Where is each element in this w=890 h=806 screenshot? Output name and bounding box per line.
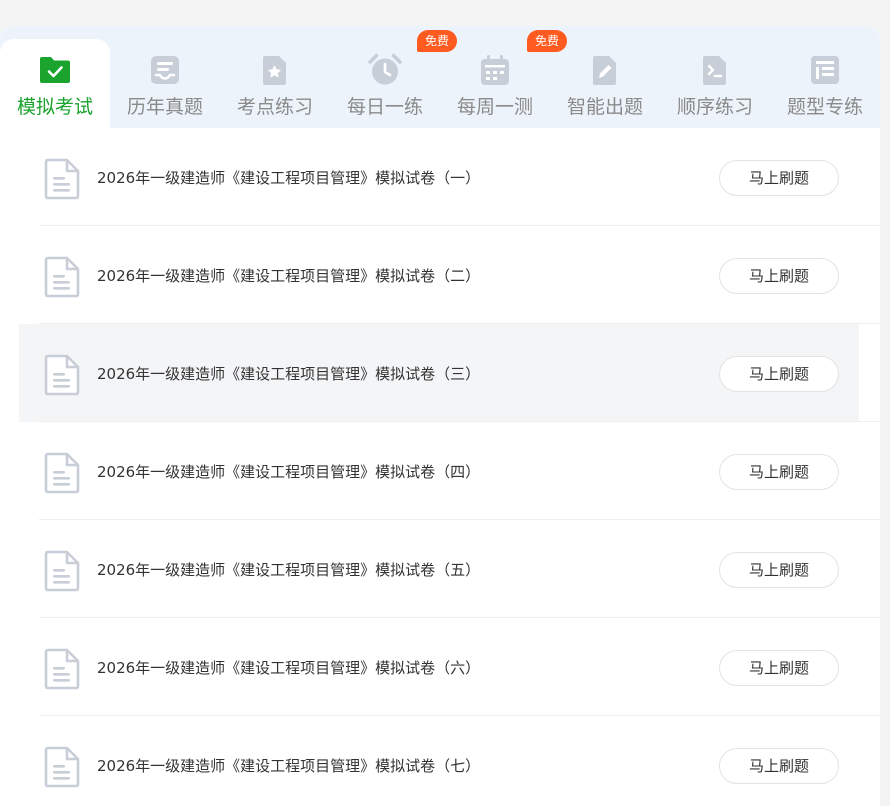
category-tab-bar: 模拟考试 历年真题 考点练习 每日一练 免费 每周一测 免费 智能出题 顺序练习… (0, 26, 880, 128)
document-icon (44, 746, 80, 788)
list-item[interactable]: 2026年一级建造师《建设工程项目管理》模拟试卷（二） 马上刷题 (0, 226, 880, 324)
folder-check-icon (40, 57, 70, 83)
document-icon (44, 550, 80, 592)
grid-list-icon (811, 56, 839, 84)
tab-weekly-test[interactable]: 每周一测 免费 (440, 26, 568, 128)
star-document-icon (263, 56, 286, 85)
paper-title[interactable]: 2026年一级建造师《建设工程项目管理》模拟试卷（七） (97, 755, 480, 776)
start-practice-button[interactable]: 马上刷题 (719, 258, 839, 294)
tab-smart-questions[interactable]: 智能出题 (550, 26, 660, 128)
calendar-icon (481, 55, 509, 85)
document-icon (44, 452, 80, 494)
tab-key-points[interactable]: 考点练习 (220, 26, 330, 128)
list-item[interactable]: 2026年一级建造师《建设工程项目管理》模拟试卷（三） 马上刷题 (0, 324, 880, 422)
tab-label: 题型专练 (786, 96, 863, 118)
exam-panel: 模拟考试 历年真题 考点练习 每日一练 免费 每周一测 免费 智能出题 顺序练习… (0, 26, 880, 806)
start-practice-button[interactable]: 马上刷题 (719, 356, 839, 392)
paper-title[interactable]: 2026年一级建造师《建设工程项目管理》模拟试卷（六） (97, 657, 480, 678)
code-document-icon (703, 56, 726, 85)
tab-label: 考点练习 (236, 96, 313, 118)
start-practice-button[interactable]: 马上刷题 (719, 454, 839, 490)
tab-label: 每日一练 (346, 96, 423, 118)
tab-question-types[interactable]: 题型专练 (770, 26, 880, 128)
start-practice-button[interactable]: 马上刷题 (719, 650, 839, 686)
mock-exam-list: 2026年一级建造师《建设工程项目管理》模拟试卷（一） 马上刷题 2026年一级建造… (0, 128, 880, 806)
alarm-clock-icon (368, 53, 402, 85)
start-practice-button[interactable]: 马上刷题 (719, 748, 839, 784)
list-item[interactable]: 2026年一级建造师《建设工程项目管理》模拟试卷（五） 马上刷题 (0, 520, 880, 618)
document-icon (44, 256, 80, 298)
list-item[interactable]: 2026年一级建造师《建设工程项目管理》模拟试卷（四） 马上刷题 (0, 422, 880, 520)
tab-daily-practice[interactable]: 每日一练 免费 (330, 26, 458, 128)
pencil-document-icon (593, 56, 616, 85)
paper-title[interactable]: 2026年一级建造师《建设工程项目管理》模拟试卷（四） (97, 461, 480, 482)
paper-title[interactable]: 2026年一级建造师《建设工程项目管理》模拟试卷（二） (97, 265, 480, 286)
paper-title[interactable]: 2026年一级建造师《建设工程项目管理》模拟试卷（五） (97, 559, 480, 580)
start-practice-button[interactable]: 马上刷题 (719, 552, 839, 588)
document-icon (44, 354, 80, 396)
document-icon (44, 158, 80, 200)
tab-label: 顺序练习 (676, 96, 753, 118)
paper-title[interactable]: 2026年一级建造师《建设工程项目管理》模拟试卷（三） (97, 363, 480, 384)
tab-past-papers[interactable]: 历年真题 (110, 26, 220, 128)
tray-list-icon (151, 56, 179, 84)
tab-sequential-practice[interactable]: 顺序练习 (660, 26, 770, 128)
tab-label: 智能出题 (566, 96, 643, 118)
list-item[interactable]: 2026年一级建造师《建设工程项目管理》模拟试卷（七） 马上刷题 (0, 716, 880, 806)
paper-title[interactable]: 2026年一级建造师《建设工程项目管理》模拟试卷（一） (97, 167, 480, 188)
start-practice-button[interactable]: 马上刷题 (719, 160, 839, 196)
list-item[interactable]: 2026年一级建造师《建设工程项目管理》模拟试卷（六） 马上刷题 (0, 618, 880, 716)
list-item[interactable]: 2026年一级建造师《建设工程项目管理》模拟试卷（一） 马上刷题 (0, 128, 880, 226)
tab-mock-exam[interactable]: 模拟考试 (0, 39, 110, 128)
document-icon (44, 648, 80, 690)
tab-label: 模拟考试 (16, 96, 93, 118)
tab-label: 每周一测 (456, 96, 533, 118)
tab-label: 历年真题 (126, 96, 203, 118)
